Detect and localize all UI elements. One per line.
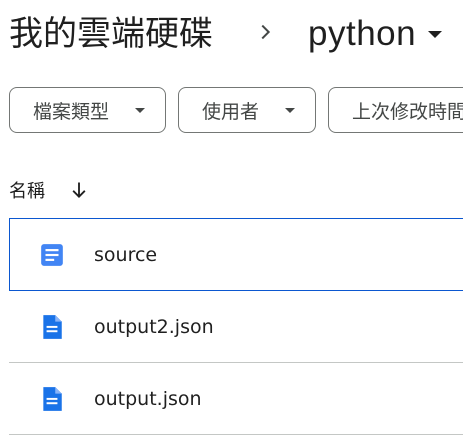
current-folder-name: python (308, 14, 417, 53)
file-icon (39, 386, 65, 412)
breadcrumb: 我的雲端硬碟 python (0, 0, 463, 70)
file-list: source output2.json output.json (9, 218, 463, 435)
arrow-down-icon[interactable] (69, 180, 89, 200)
breadcrumb-my-drive[interactable]: 我的雲端硬碟 (9, 12, 213, 56)
filter-label: 檔案類型 (33, 100, 110, 123)
filter-people[interactable]: 使用者 (178, 87, 317, 133)
file-row-output2-json[interactable]: output2.json (9, 291, 463, 363)
filter-modified[interactable]: 上次修改時間 (328, 87, 463, 133)
column-name-header[interactable]: 名稱 (9, 177, 45, 203)
google-docs-icon (39, 242, 65, 268)
chevron-right-icon (254, 21, 276, 43)
filter-file-type[interactable]: 檔案類型 (9, 87, 167, 133)
drive-folder-view: 我的雲端硬碟 python 檔案類型 使用者 上次修改時間 名稱 source … (0, 0, 463, 444)
caret-down-icon (135, 107, 146, 113)
caret-down-icon (285, 107, 296, 113)
file-name: output.json (94, 387, 202, 410)
filter-label: 使用者 (202, 100, 260, 123)
file-icon (39, 314, 65, 340)
file-name: source (94, 243, 158, 266)
current-folder-menu-button[interactable]: python (300, 10, 450, 58)
caret-down-icon (428, 30, 443, 38)
file-row-source[interactable]: source (9, 218, 463, 291)
file-name: output2.json (94, 315, 214, 338)
column-header: 名稱 (9, 172, 89, 208)
file-row-output-json[interactable]: output.json (9, 363, 463, 435)
filter-label: 上次修改時間 (352, 100, 463, 123)
filter-chips: 檔案類型 使用者 上次修改時間 (9, 87, 463, 133)
